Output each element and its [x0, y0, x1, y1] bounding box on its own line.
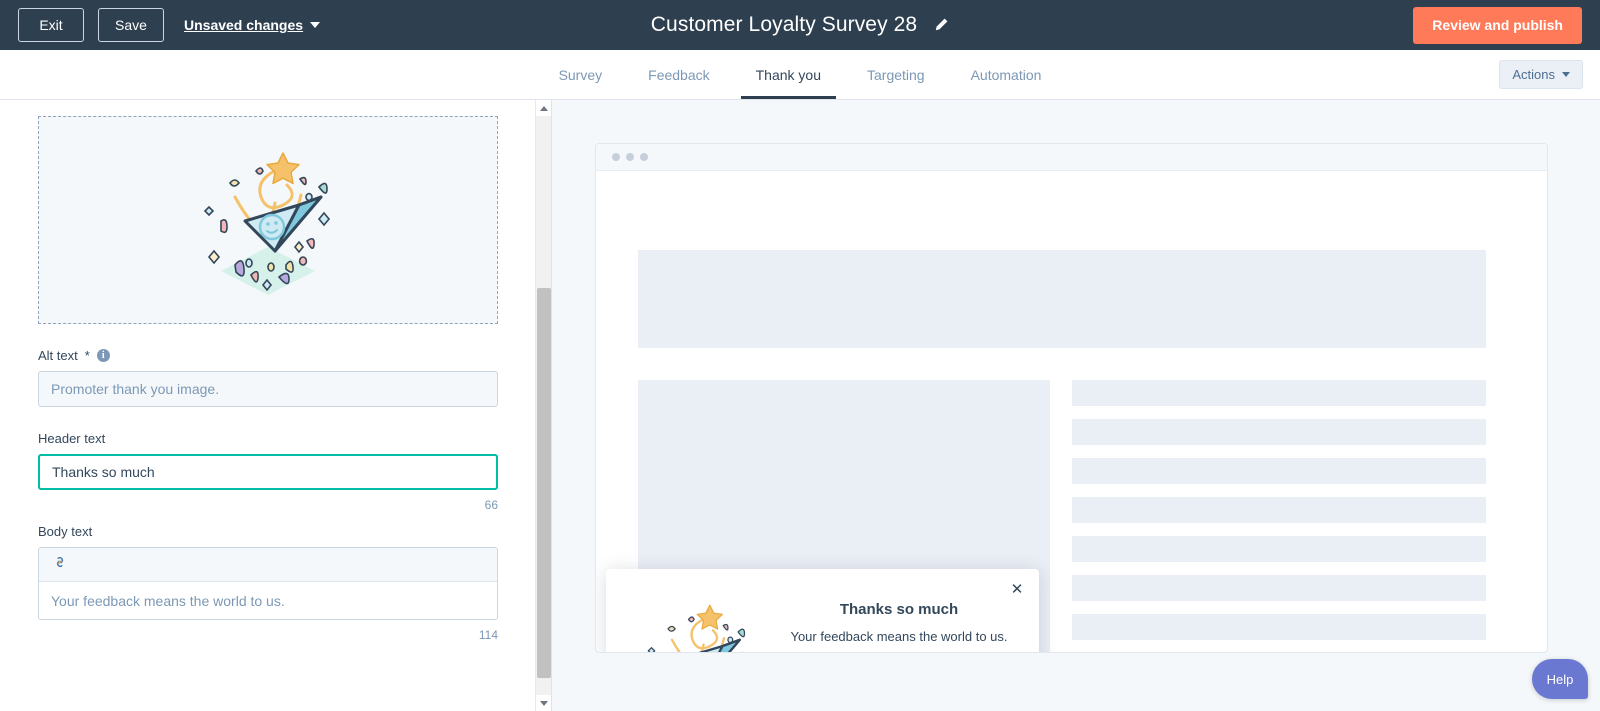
preview-side-panel: ✕: [552, 100, 1600, 711]
top-header-right-group: Review and publish: [1413, 7, 1600, 44]
body-text-label-row: Body text: [38, 524, 498, 539]
chevron-down-icon: [310, 22, 320, 28]
navigation-tab-bar: Survey Feedback Thank you Targeting Auto…: [0, 50, 1600, 100]
confetti-illustration-icon: [183, 135, 353, 305]
skeleton-line: [1072, 575, 1486, 601]
actions-button[interactable]: Actions: [1499, 60, 1583, 89]
review-and-publish-button[interactable]: Review and publish: [1413, 7, 1582, 44]
top-header-left-group: Exit Save Unsaved changes: [0, 8, 320, 42]
image-dropzone[interactable]: [38, 116, 498, 324]
unsaved-changes-dropdown[interactable]: Unsaved changes: [184, 17, 320, 33]
alt-text-label-row: Alt text * i: [38, 348, 498, 363]
chevron-down-icon: [1562, 72, 1570, 77]
scrollbar-thumb[interactable]: [537, 288, 551, 678]
image-section-header: Image Replace Remove: [38, 100, 498, 102]
skeleton-line: [1072, 419, 1486, 445]
tab-automation[interactable]: Automation: [948, 50, 1065, 99]
editor-side-panel: Image Replace Remove: [0, 100, 552, 711]
editor-form: Image Replace Remove: [0, 100, 536, 642]
modal-text-group: Thanks so much Your feedback means the w…: [786, 601, 1012, 653]
actions-group: Actions: [1499, 50, 1600, 99]
info-icon[interactable]: i: [97, 349, 110, 362]
body-text-rich-editor[interactable]: Your feedback means the world to us.: [38, 547, 498, 620]
tab-list: Survey Feedback Thank you Targeting Auto…: [0, 50, 1600, 99]
tab-targeting[interactable]: Targeting: [844, 50, 948, 99]
skeleton-line: [1072, 497, 1486, 523]
skeleton-line: [1072, 458, 1486, 484]
alt-text-input[interactable]: Promoter thank you image.: [38, 371, 498, 407]
close-icon[interactable]: ✕: [1009, 581, 1025, 597]
header-text-char-count: 66: [38, 498, 498, 512]
tab-thank-you[interactable]: Thank you: [733, 50, 844, 99]
header-text-label-row: Header text: [38, 431, 498, 446]
body-text-char-count: 114: [38, 628, 498, 642]
unsaved-changes-label: Unsaved changes: [184, 17, 303, 33]
editor-panel-scrollbar[interactable]: [535, 100, 551, 711]
main-content-area: Image Replace Remove: [0, 100, 1600, 711]
browser-dot-icon: [626, 153, 634, 161]
confetti-illustration-icon: [628, 591, 768, 653]
preview-browser-chrome: [596, 144, 1547, 171]
scroll-up-arrow-icon[interactable]: [536, 100, 552, 116]
required-marker: *: [85, 348, 90, 363]
skeleton-line: [1072, 536, 1486, 562]
help-button[interactable]: Help: [1532, 659, 1588, 699]
scroll-down-arrow-icon[interactable]: [536, 695, 552, 711]
browser-dot-icon: [612, 153, 620, 161]
modal-body-text: Your feedback means the world to us.: [786, 627, 1012, 647]
pencil-icon[interactable]: [933, 17, 949, 33]
rich-text-toolbar: [39, 548, 497, 582]
header-text-label: Header text: [38, 431, 105, 446]
body-text-content[interactable]: Your feedback means the world to us.: [39, 582, 497, 619]
header-text-input[interactable]: Thanks so much: [38, 454, 498, 490]
tab-feedback[interactable]: Feedback: [625, 50, 732, 99]
skeleton-line: [1072, 614, 1486, 640]
tab-survey[interactable]: Survey: [536, 50, 626, 99]
alt-text-label: Alt text: [38, 348, 78, 363]
scrollbar-track[interactable]: [536, 116, 552, 695]
exit-button[interactable]: Exit: [18, 8, 84, 42]
skeleton-line: [1072, 380, 1486, 406]
thank-you-modal-preview: ✕: [606, 569, 1039, 653]
link-icon[interactable]: [53, 555, 67, 574]
modal-title: Thanks so much: [786, 601, 1012, 618]
save-button[interactable]: Save: [98, 8, 164, 42]
page-title: Customer Loyalty Survey 28: [651, 13, 917, 37]
actions-button-label: Actions: [1512, 67, 1555, 82]
browser-dot-icon: [640, 153, 648, 161]
preview-browser-frame: ✕: [595, 143, 1548, 653]
skeleton-hero-block: [638, 250, 1486, 348]
body-text-label: Body text: [38, 524, 92, 539]
top-header-bar: Exit Save Unsaved changes Customer Loyal…: [0, 0, 1600, 50]
